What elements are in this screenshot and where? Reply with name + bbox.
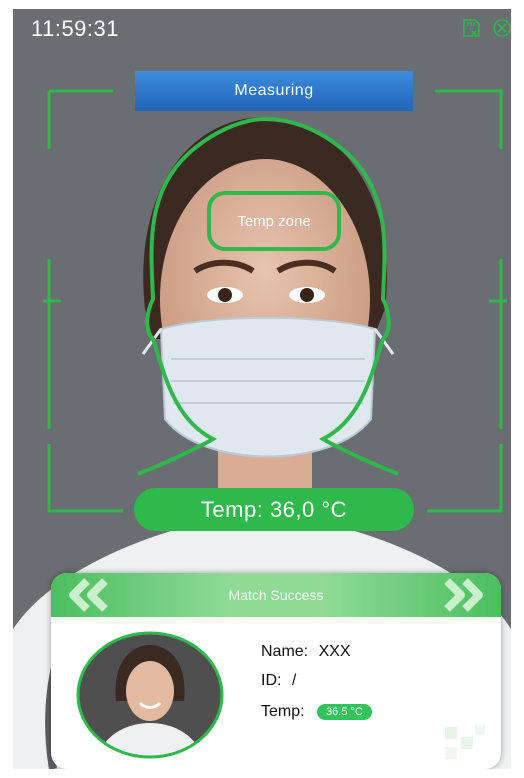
sd-card-icon	[463, 19, 480, 37]
name-value: XXX	[318, 643, 351, 660]
temperature-readout: Temp: 36,0 °C	[134, 488, 414, 531]
measuring-status-bar: Measuring	[135, 71, 413, 111]
temp-zone-label: Temp zone	[237, 212, 311, 230]
id-value: /	[291, 672, 297, 689]
temp-label: Temp:	[261, 703, 305, 720]
match-success-title: Match Success	[228, 587, 324, 603]
close-circle-icon[interactable]	[491, 17, 511, 39]
temp-row: Temp: 36.5 °C	[261, 703, 372, 721]
face-mask	[159, 316, 377, 458]
clock: 11:59:31	[31, 16, 120, 41]
left-pupil	[218, 288, 232, 302]
name-label: Name:	[261, 643, 309, 660]
temp-badge: 36.5 °C	[317, 703, 372, 720]
id-row: ID: /	[261, 672, 296, 690]
right-pupil	[300, 288, 314, 302]
match-result-card: Match Success Name: XXX ID: / Temp: 36.5…	[51, 573, 501, 769]
name-row: Name: XXX	[261, 643, 351, 661]
registered-photo	[76, 631, 224, 759]
decorative-pattern	[445, 725, 485, 759]
kiosk-screen: 11:59:31 Measuring Temp zone Temp: 36,0 …	[13, 9, 511, 769]
id-label: ID:	[261, 672, 282, 689]
